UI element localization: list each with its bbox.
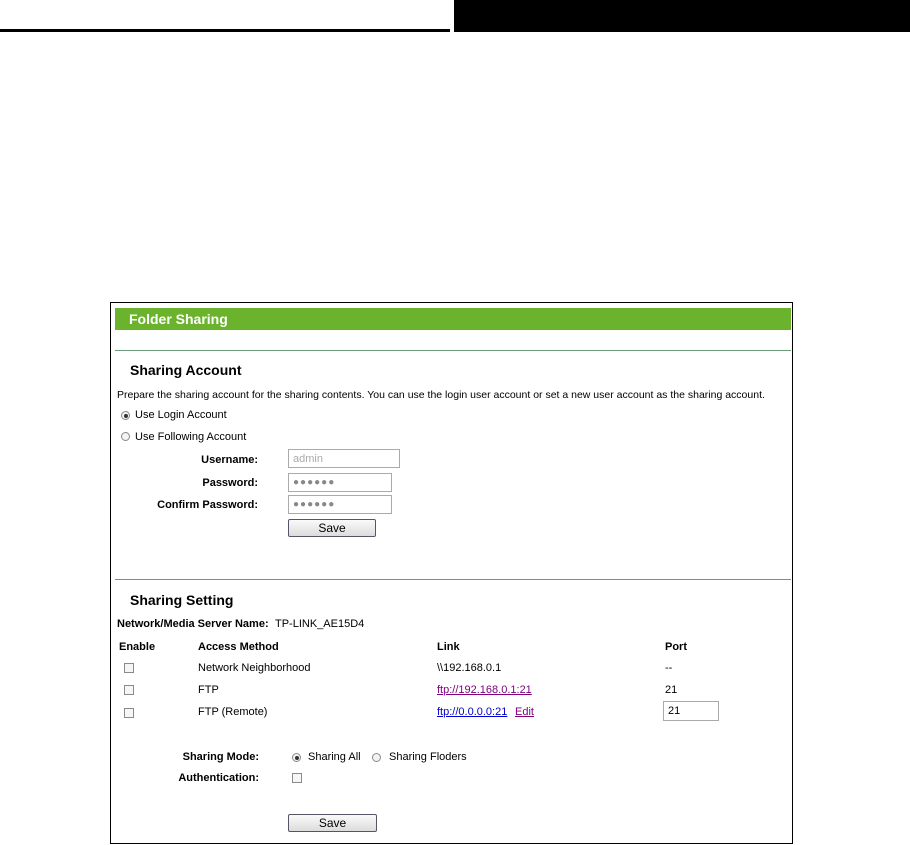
authentication-label: Authentication: xyxy=(178,772,259,784)
use-following-account-label: Use Following Account xyxy=(135,431,247,443)
panel-titlebar: Folder Sharing xyxy=(115,308,791,330)
username-field[interactable]: admin xyxy=(288,449,400,468)
sharing-account-title: Sharing Account xyxy=(130,362,242,378)
link-text: \\192.168.0.1 xyxy=(437,662,502,674)
sharing-mode-label: Sharing Mode: xyxy=(182,751,259,763)
column-enable: Enable xyxy=(119,641,156,653)
header-rule xyxy=(0,29,450,32)
account-save-button[interactable]: Save xyxy=(288,519,376,537)
edit-link[interactable]: Edit xyxy=(515,706,534,718)
use-following-account-radio[interactable] xyxy=(121,432,130,441)
folder-sharing-panel: Folder Sharing Sharing Account Prepare t… xyxy=(110,302,793,844)
confirm-password-field[interactable]: ●●●●●● xyxy=(288,495,392,514)
sharing-folders-label: Sharing Floders xyxy=(389,751,467,763)
remote-port-field[interactable]: 21 xyxy=(663,701,719,721)
ftp-remote-link[interactable]: ftp://0.0.0.0:21 xyxy=(437,706,507,718)
use-login-account-label: Use Login Account xyxy=(135,409,227,421)
enable-ftp-checkbox[interactable] xyxy=(124,685,134,695)
ftp-link[interactable]: ftp://192.168.0.1:21 xyxy=(437,684,532,696)
sharing-setting-title: Sharing Setting xyxy=(130,592,234,608)
access-method: FTP (Remote) xyxy=(198,706,268,718)
account-description: Prepare the sharing account for the shar… xyxy=(117,389,765,401)
username-label: Username: xyxy=(201,454,258,466)
server-name-value: TP-LINK_AE15D4 xyxy=(275,618,365,630)
sharing-all-label: Sharing All xyxy=(308,751,361,763)
column-access-method: Access Method xyxy=(198,641,279,653)
column-port: Port xyxy=(665,641,687,653)
password-field[interactable]: ●●●●●● xyxy=(288,473,392,492)
authentication-checkbox[interactable] xyxy=(292,773,302,783)
header-bar xyxy=(454,0,910,32)
access-method: Network Neighborhood xyxy=(198,662,311,674)
enable-network-neighborhood-checkbox[interactable] xyxy=(124,663,134,673)
sharing-folders-radio[interactable] xyxy=(372,753,381,762)
confirm-password-label: Confirm Password: xyxy=(157,499,258,511)
access-method: FTP xyxy=(198,684,219,696)
port-value: 21 xyxy=(665,684,678,696)
column-link: Link xyxy=(437,641,460,653)
panel-title: Folder Sharing xyxy=(129,311,228,327)
use-login-account-radio[interactable] xyxy=(121,411,130,420)
server-name-label: Network/Media Server Name: xyxy=(117,618,269,630)
section-divider xyxy=(115,350,791,351)
section-divider xyxy=(115,579,791,580)
port-value: -- xyxy=(665,662,673,674)
setting-save-button[interactable]: Save xyxy=(288,814,377,832)
sharing-all-radio[interactable] xyxy=(292,753,301,762)
password-label: Password: xyxy=(202,477,258,489)
enable-ftp-remote-checkbox[interactable] xyxy=(124,708,134,718)
